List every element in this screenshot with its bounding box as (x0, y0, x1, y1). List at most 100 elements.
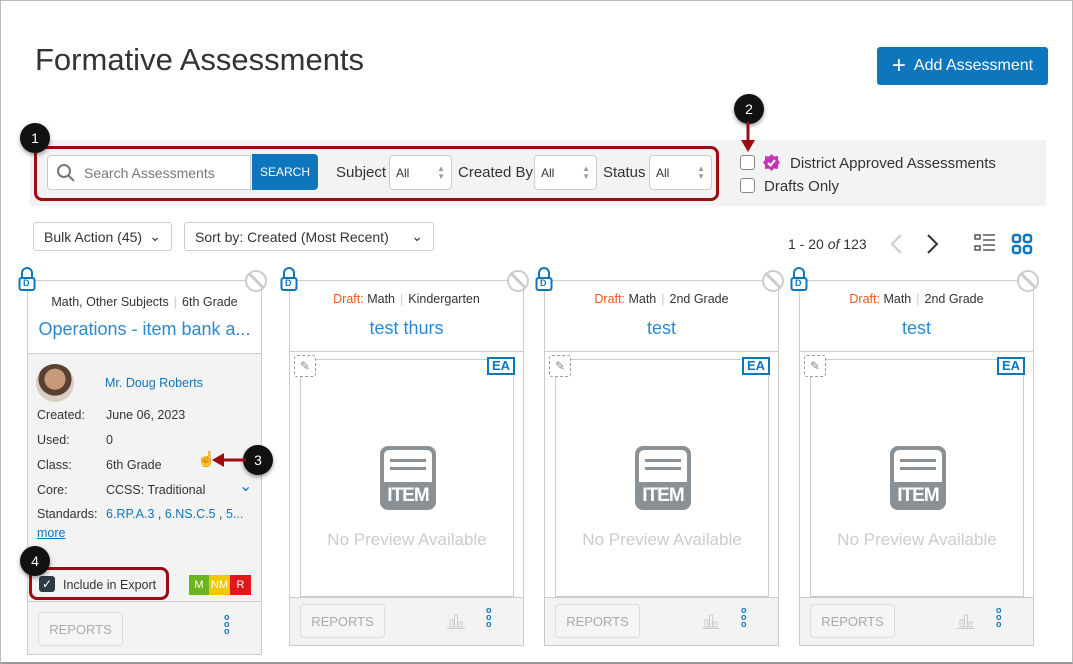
card-grade: 2nd Grade (925, 292, 984, 306)
subject-label: Subject (336, 164, 386, 181)
updown-icon: ▲▼ (437, 165, 445, 181)
bulk-action-dropdown[interactable]: Bulk Action (45)⌄ (33, 222, 172, 251)
annotation-badge-1: 1 (20, 123, 50, 153)
standard-link[interactable]: 6.RP.A.3 (106, 507, 154, 521)
created-by-value: All (541, 166, 554, 180)
card-grade: Kindergarten (408, 292, 480, 306)
item-icon-text: ITEM (380, 485, 436, 507)
disabled-icon[interactable] (762, 270, 784, 292)
core-value: CCSS: Traditional (106, 483, 205, 497)
card-grade: 6th Grade (182, 295, 238, 309)
disabled-icon[interactable] (245, 270, 267, 292)
more-link[interactable]: more (37, 526, 65, 540)
core-label: Core: (37, 483, 68, 497)
disabled-icon[interactable] (507, 270, 529, 292)
more-options-icon[interactable]: ooo (224, 614, 230, 635)
item-icon: ITEM (890, 446, 946, 510)
standard-link[interactable]: 6.NS.C.5 (165, 507, 216, 521)
card-subject: Math (367, 292, 395, 306)
drafts-only-label: Drafts Only (764, 178, 839, 195)
next-page-icon[interactable] (925, 233, 941, 255)
pagination-text: 1 - 20 of 123 (788, 236, 867, 252)
list-view-icon[interactable] (974, 233, 996, 253)
subject-select[interactable]: All ▲▼ (389, 155, 452, 190)
no-preview-text: No Preview Available (556, 530, 768, 550)
district-lock-icon: D (790, 266, 808, 292)
bar-chart-icon[interactable] (447, 613, 465, 629)
pagination-of: of (828, 236, 840, 252)
card-meta: Draft: Math|Kindergarten (290, 292, 523, 306)
card-subjects: Math, Other Subjects (51, 295, 168, 309)
subject-value: All (396, 166, 409, 180)
edit-icon[interactable]: ✎ (804, 355, 826, 377)
draft-label: Draft: (594, 292, 625, 306)
grid-view-icon[interactable] (1011, 233, 1033, 255)
used-label: Used: (37, 433, 70, 447)
remediate-badge: R (230, 575, 251, 595)
edit-icon[interactable]: ✎ (549, 355, 571, 377)
avatar (36, 364, 74, 402)
reports-button[interactable]: REPORTS (300, 604, 385, 638)
standard-link[interactable]: 5... (226, 507, 243, 521)
card-footer: REPORTS ooo (800, 597, 1033, 645)
updown-icon: ▲▼ (582, 165, 590, 181)
item-icon-text: ITEM (635, 485, 691, 507)
search-button[interactable]: SEARCH (252, 154, 318, 190)
card-footer: REPORTS ooo (28, 601, 261, 654)
assessment-card: Draft: Math|2nd Grade test ITEM No Previ… (544, 280, 779, 646)
card-title[interactable]: Operations - item bank a... (28, 319, 261, 340)
ea-badge: EA (487, 357, 515, 375)
district-approved-checkbox[interactable] (740, 155, 755, 170)
chevron-down-icon[interactable]: ⌄ (239, 476, 252, 496)
item-icon: ITEM (635, 446, 691, 510)
lock-letter: D (23, 278, 30, 288)
more-options-icon[interactable]: ooo (741, 607, 747, 628)
status-label: Status (603, 164, 646, 181)
annotation-badge-3: 3 (243, 445, 273, 475)
reports-button[interactable]: REPORTS (38, 612, 123, 646)
item-icon: ITEM (380, 446, 436, 510)
created-by-label: Created By (458, 164, 533, 181)
bar-chart-icon[interactable] (957, 613, 975, 629)
class-value: 6th Grade (106, 458, 162, 472)
card-title[interactable]: test (545, 318, 778, 339)
pagination-range: 1 - 20 (788, 236, 824, 252)
divider (800, 351, 1033, 352)
standards-label: Standards: (37, 507, 97, 521)
updown-icon: ▲▼ (697, 165, 705, 181)
item-icon-text: ITEM (890, 485, 946, 507)
previous-page-icon[interactable] (888, 233, 904, 255)
bar-chart-icon[interactable] (702, 613, 720, 629)
drafts-only-checkbox[interactable] (740, 178, 755, 193)
reports-button[interactable]: REPORTS (555, 604, 640, 638)
add-assessment-label: Add Assessment (914, 57, 1033, 75)
search-placeholder: Search Assessments (84, 165, 215, 181)
status-select[interactable]: All▲▼ (649, 155, 712, 190)
card-subject: Math (883, 292, 911, 306)
search-input[interactable]: Search Assessments (47, 155, 251, 190)
no-preview-text: No Preview Available (301, 530, 513, 550)
sort-by-dropdown[interactable]: Sort by: Created (Most Recent)⌄ (184, 222, 434, 251)
card-grade: 2nd Grade (670, 292, 729, 306)
more-options-icon[interactable]: ooo (996, 607, 1002, 628)
draft-label: Draft: (333, 292, 364, 306)
reports-button[interactable]: REPORTS (810, 604, 895, 638)
assessment-card: Draft: Math|2nd Grade test ITEM No Previ… (799, 280, 1034, 646)
plus-icon: + (892, 54, 906, 78)
district-lock-icon: D (280, 266, 298, 292)
separator: | (174, 295, 177, 309)
author-link[interactable]: Mr. Doug Roberts (105, 376, 203, 390)
mastered-badge: M (189, 575, 209, 595)
card-title[interactable]: test thurs (290, 318, 523, 339)
card-title[interactable]: test (800, 318, 1033, 339)
used-value: 0 (106, 433, 113, 447)
disabled-icon[interactable] (1017, 270, 1039, 292)
card-details: Mr. Doug Roberts Created: June 06, 2023 … (28, 353, 261, 601)
bulk-action-label: Bulk Action (45) (44, 229, 142, 245)
more-options-icon[interactable]: ooo (486, 607, 492, 628)
add-assessment-button[interactable]: + Add Assessment (877, 47, 1048, 85)
annotation-arrow-3 (212, 451, 246, 469)
lock-letter: D (285, 278, 292, 288)
edit-icon[interactable]: ✎ (294, 355, 316, 377)
created-by-select[interactable]: All ▲▼ (534, 155, 597, 190)
